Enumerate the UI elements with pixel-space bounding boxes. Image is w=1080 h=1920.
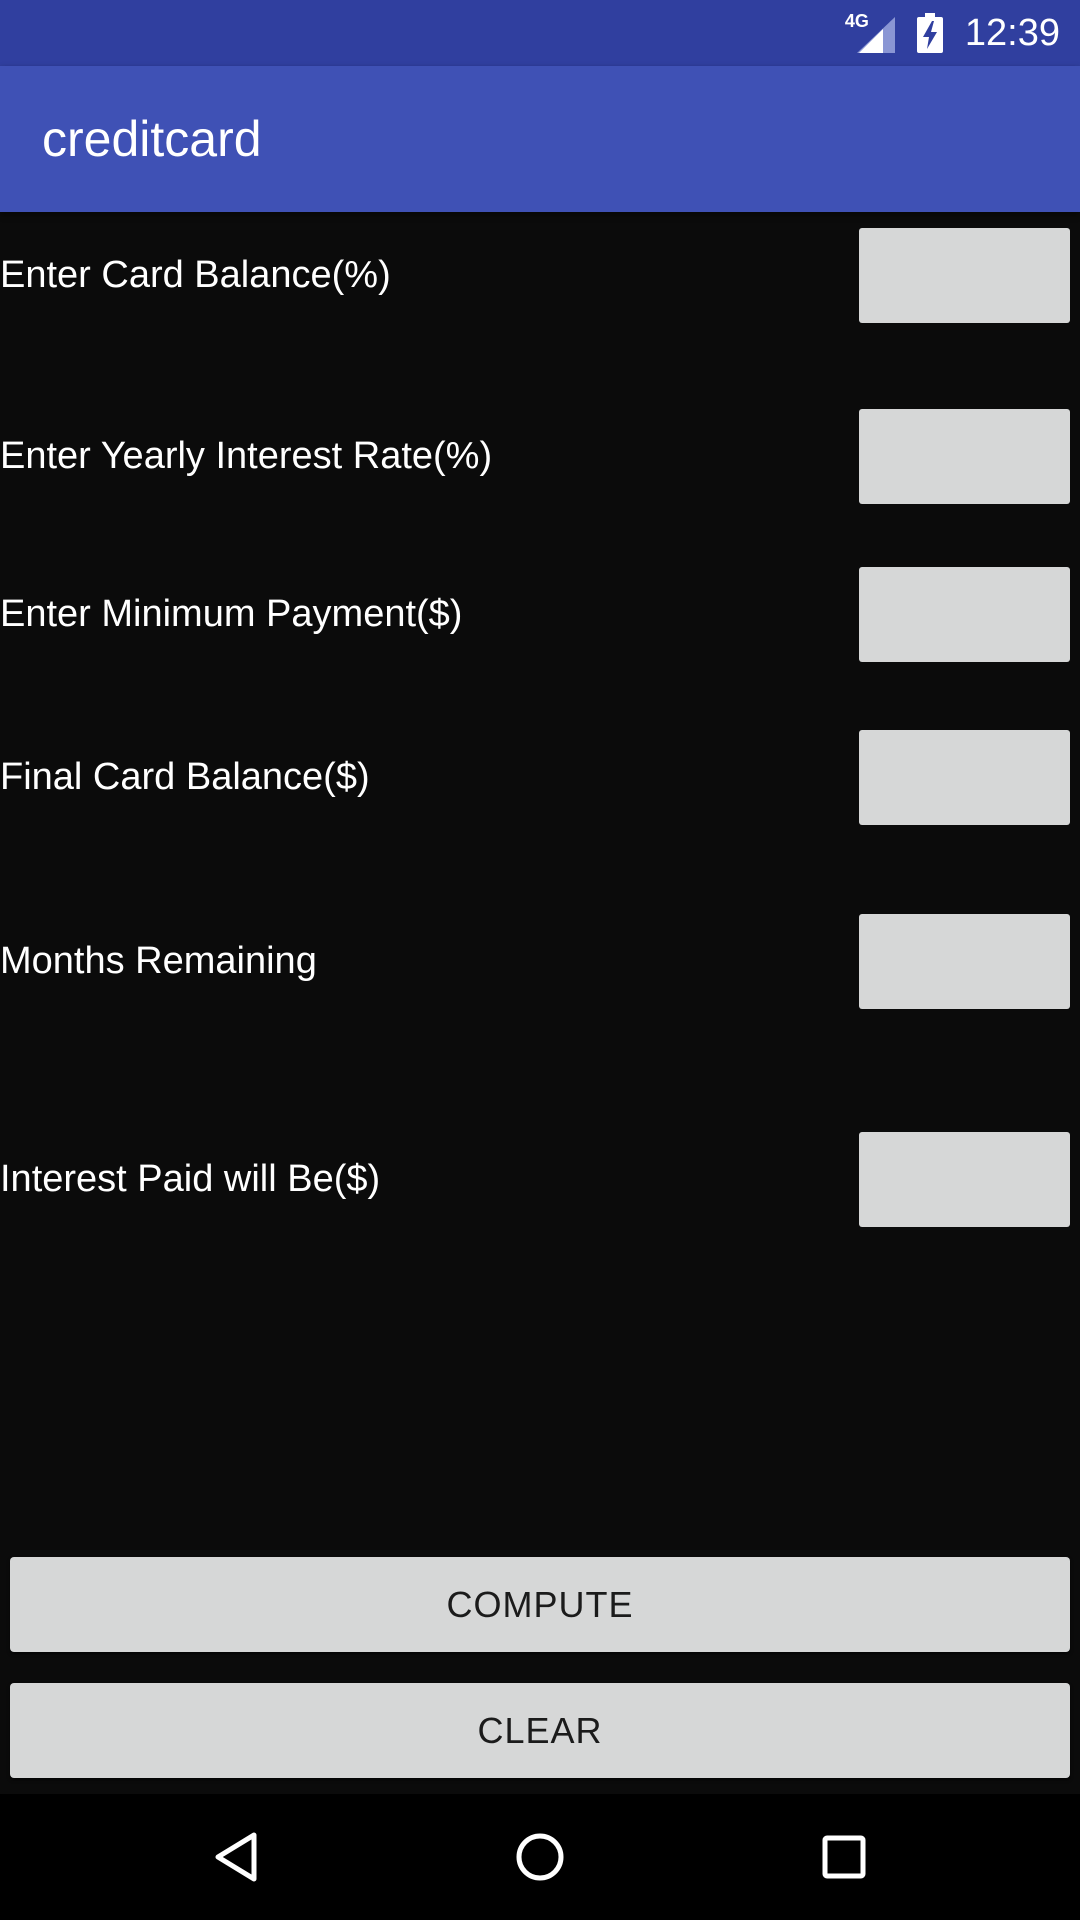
final-balance-field[interactable] [859,730,1070,825]
months-remaining-label: Months Remaining [0,940,317,982]
battery-charging-icon [916,13,943,53]
minimum-payment-label: Enter Minimum Payment($) [0,593,463,635]
back-icon[interactable] [206,1827,266,1887]
card-balance-input[interactable] [859,228,1070,323]
compute-button[interactable]: COMPUTE [10,1557,1070,1652]
interest-rate-input[interactable] [859,409,1070,504]
interest-paid-label: Interest Paid will Be($) [0,1158,381,1200]
card-balance-label: Enter Card Balance(%) [0,254,391,296]
signal-icon: 4G [845,11,895,53]
screen: 4G 12:39 creditcard Enter Card Balance(%… [0,0,1080,1920]
status-clock: 12:39 [964,11,1060,54]
app-bar: creditcard [0,66,1080,212]
recents-icon[interactable] [814,1827,874,1887]
navigation-bar [0,1794,1080,1920]
final-balance-label: Final Card Balance($) [0,756,370,798]
home-icon[interactable] [510,1827,570,1887]
status-icons: 4G 12:39 [845,0,1060,66]
interest-paid-field[interactable] [859,1132,1070,1227]
interest-rate-label: Enter Yearly Interest Rate(%) [0,435,493,477]
months-remaining-field[interactable] [859,914,1070,1009]
clear-button[interactable]: CLEAR [10,1683,1070,1778]
status-bar: 4G 12:39 [0,0,1080,66]
minimum-payment-input[interactable] [859,567,1070,662]
app-title: creditcard [42,111,262,167]
